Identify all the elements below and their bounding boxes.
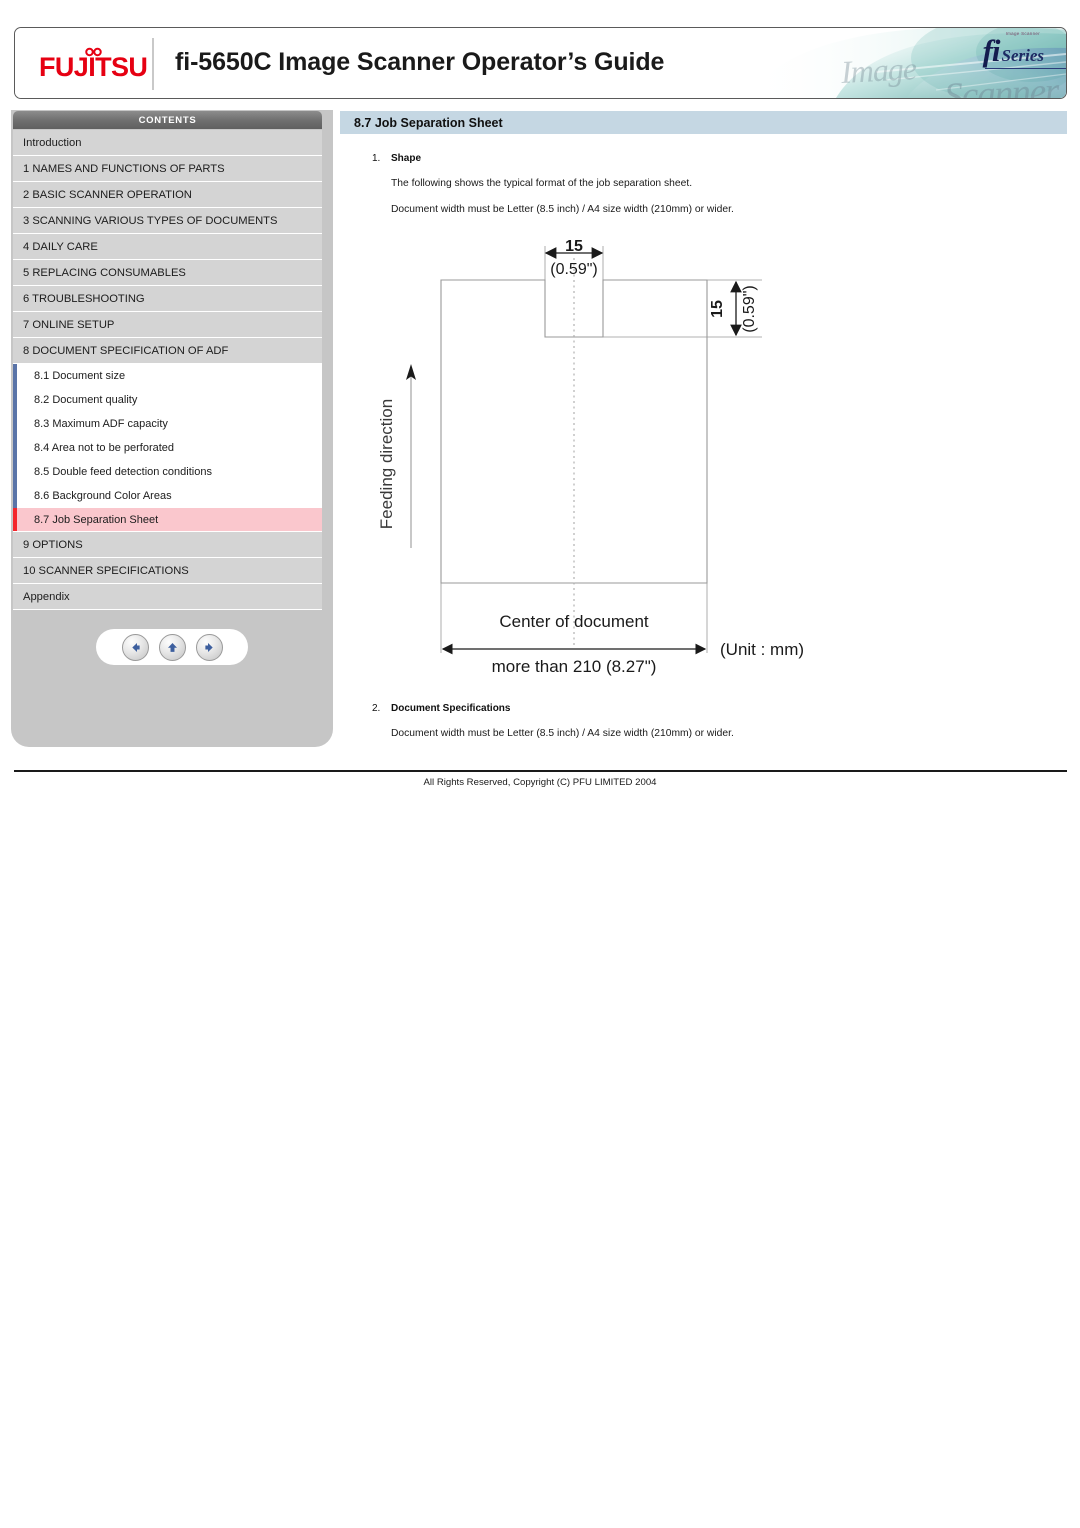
unit-label: (Unit : mm) bbox=[720, 640, 804, 659]
arrow-right-icon bbox=[204, 642, 213, 652]
back-button[interactable] bbox=[121, 633, 149, 661]
section-1-paragraph-2: Document width must be Letter (8.5 inch)… bbox=[391, 204, 734, 215]
sidebar-item-8-4-area-not-to-be-perforated[interactable]: 8.4 Area not to be perforated bbox=[13, 436, 322, 460]
sidebar-item-8-1-document-size[interactable]: 8.1 Document size bbox=[13, 364, 322, 388]
fi-series-tiny-text: Image Scanner bbox=[1005, 31, 1040, 36]
sidebar-item-introduction[interactable]: Introduction bbox=[13, 130, 322, 156]
sidebar-item-document-specification-of-adf[interactable]: 8 DOCUMENT SPECIFICATION OF ADF bbox=[13, 338, 322, 364]
arrow-left-icon bbox=[131, 642, 140, 652]
section-2-title: Document Specifications bbox=[391, 703, 511, 714]
notch-width-in-label: (0.59") bbox=[550, 261, 597, 278]
sidebar-item-8-2-document-quality[interactable]: 8.2 Document quality bbox=[13, 388, 322, 412]
sidebar-item-8-7-job-separation-sheet[interactable]: 8.7 Job Separation Sheet bbox=[13, 508, 322, 532]
job-separation-sheet-diagram: 15 (0.59") 15 (0.59") Feeding direction … bbox=[377, 238, 804, 676]
sidebar-item-daily-care[interactable]: 4 DAILY CARE bbox=[13, 234, 322, 260]
sidebar-item-8-5-double-feed-detection-conditions[interactable]: 8.5 Double feed detection conditions bbox=[13, 460, 322, 484]
notch-width-mm-label: 15 bbox=[565, 238, 583, 255]
logo-divider bbox=[152, 38, 154, 90]
sidebar-item-options[interactable]: 9 OPTIONS bbox=[13, 532, 322, 558]
up-button[interactable] bbox=[158, 633, 186, 661]
section-2-number: 2. bbox=[372, 703, 381, 714]
sidebar-item-basic-scanner-operation[interactable]: 2 BASIC SCANNER OPERATION bbox=[13, 182, 322, 208]
sidebar-nav-list: Introduction 1 NAMES AND FUNCTIONS OF PA… bbox=[13, 130, 322, 610]
fujitsu-wordmark: FUJITSU bbox=[39, 52, 148, 82]
header-banner-inner: fi Series Image Scanner Image Scanner FUJ… bbox=[15, 28, 1066, 98]
footer-divider bbox=[14, 770, 1067, 772]
fi-series-underline bbox=[984, 67, 1066, 69]
sidebar-item-replacing-consumables[interactable]: 5 REPLACING CONSUMABLES bbox=[13, 260, 322, 286]
page-title: fi-5650C Image Scanner Operator’s Guide bbox=[175, 48, 665, 76]
feeding-direction-label: Feeding direction bbox=[377, 399, 396, 529]
center-of-document-label: Center of document bbox=[499, 612, 649, 631]
sidebar-item-appendix[interactable]: Appendix bbox=[13, 584, 322, 610]
sidebar-item-scanner-specifications[interactable]: 10 SCANNER SPECIFICATIONS bbox=[13, 558, 322, 584]
header-banner: fi Series Image Scanner Image Scanner FUJ… bbox=[14, 27, 1067, 99]
sidebar-nav-buttons bbox=[96, 629, 248, 665]
fi-glyph: fi bbox=[982, 33, 1001, 68]
notch-depth-in-label: (0.59") bbox=[741, 285, 758, 332]
section-2-paragraph-1: Document width must be Letter (8.5 inch)… bbox=[391, 728, 734, 739]
content-heading: 8.7 Job Separation Sheet bbox=[340, 111, 1067, 134]
arrow-up-icon bbox=[167, 642, 177, 652]
sidebar-item-scanning-various-types-of-documents[interactable]: 3 SCANNING VARIOUS TYPES OF DOCUMENTS bbox=[13, 208, 322, 234]
fujitsu-logo: FUJITSU bbox=[39, 45, 148, 81]
forward-button[interactable] bbox=[195, 633, 223, 661]
fi-series-logo: fi Series Image Scanner bbox=[982, 31, 1066, 69]
sidebar-item-names-and-functions-of-parts[interactable]: 1 NAMES AND FUNCTIONS OF PARTS bbox=[13, 156, 322, 182]
sidebar-item-troubleshooting[interactable]: 6 TROUBLESHOOTING bbox=[13, 286, 322, 312]
fi-series-word: Series bbox=[1001, 46, 1045, 65]
sidebar-item-8-6-background-color-areas[interactable]: 8.6 Background Color Areas bbox=[13, 484, 322, 508]
notch-depth-mm-label: 15 bbox=[709, 300, 726, 318]
watermark-image-text: Image bbox=[840, 50, 917, 90]
contents-header: CONTENTS bbox=[13, 111, 322, 129]
section-1-number: 1. bbox=[372, 153, 381, 164]
sidebar-item-online-setup[interactable]: 7 ONLINE SETUP bbox=[13, 312, 322, 338]
overall-width-label: more than 210 (8.27") bbox=[492, 657, 657, 676]
sidebar-item-8-3-maximum-adf-capacity[interactable]: 8.3 Maximum ADF capacity bbox=[13, 412, 322, 436]
watermark-scanner-text: Scanner bbox=[942, 70, 1060, 98]
footer-copyright: All Rights Reserved, Copyright (C) PFU L… bbox=[423, 777, 657, 788]
section-1-title: Shape bbox=[391, 153, 422, 164]
section-1-paragraph-1: The following shows the typical format o… bbox=[391, 178, 693, 189]
